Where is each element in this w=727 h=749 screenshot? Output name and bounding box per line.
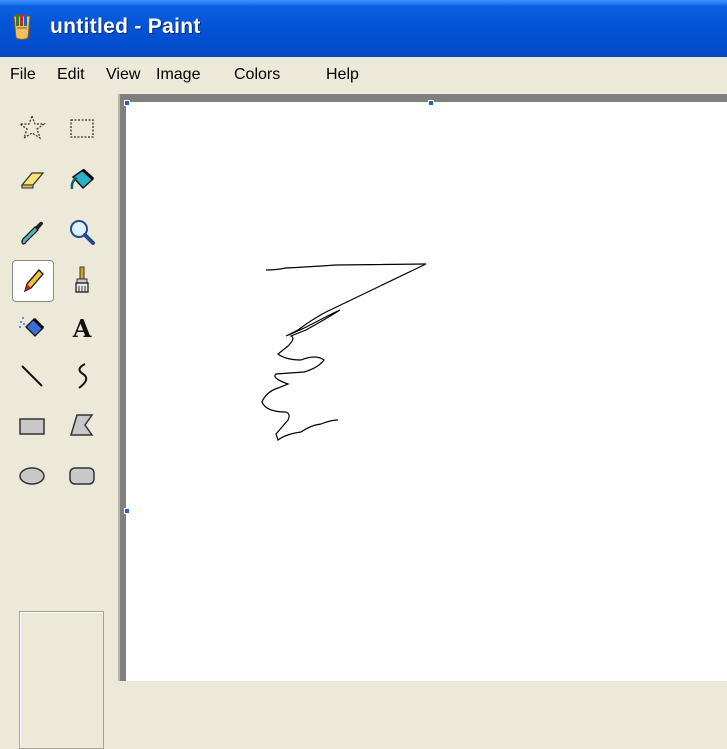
curve-tool[interactable] [62,356,102,396]
resize-handle-top-left[interactable] [124,100,130,106]
magnifier-icon [70,220,95,245]
tool-box: A [0,94,120,749]
airbrush-tool[interactable] [12,308,52,348]
text-tool[interactable]: A [62,308,102,348]
rounded-rectangle-icon [69,467,95,485]
title-bar[interactable]: untitled - Paint [0,0,727,57]
polygon-icon [69,414,94,436]
menu-image[interactable]: Image [156,66,200,84]
free-form-select-icon [18,114,46,140]
line-icon [21,365,43,387]
resize-handle-left-middle[interactable] [124,508,130,514]
eraser-icon [20,172,45,189]
select-icon [70,119,94,138]
line-tool[interactable] [12,356,52,396]
ellipse-tool[interactable] [12,456,52,496]
resize-handle-top-middle[interactable] [428,100,434,106]
polygon-tool[interactable] [62,406,102,446]
free-form-select-tool[interactable] [12,108,52,148]
pencil-icon [23,269,44,293]
menu-view[interactable]: View [106,66,140,84]
curve-icon [78,363,88,389]
ellipse-icon [19,467,45,485]
brush-icon [75,266,89,293]
fill-bucket-tool[interactable] [62,160,102,200]
pick-color-icon [21,221,43,245]
rounded-rectangle-tool[interactable] [62,456,102,496]
menu-file[interactable]: File [10,66,36,84]
pick-color-tool[interactable] [12,212,52,252]
rectangle-tool[interactable] [12,406,52,446]
magnifier-tool[interactable] [62,212,102,252]
select-tool[interactable] [62,108,102,148]
menu-colors[interactable]: Colors [234,66,280,84]
paint-app-icon[interactable] [10,14,34,42]
eraser-tool[interactable] [12,160,52,200]
menu-help[interactable]: Help [326,66,359,84]
canvas-drawing [261,263,427,441]
menu-edit[interactable]: Edit [57,66,85,84]
rectangle-icon [19,418,45,435]
brush-tool[interactable] [62,260,102,300]
pencil-tool[interactable] [12,260,54,302]
drawing-canvas[interactable] [126,102,727,681]
tool-options-box[interactable] [19,611,104,749]
pencil-stroke [261,263,427,441]
fill-bucket-icon [70,168,95,190]
menu-bar: File Edit View Image Colors Help [0,57,727,95]
text-icon: A [72,313,92,343]
window-title: untitled - Paint [50,15,201,38]
airbrush-icon [19,317,45,337]
